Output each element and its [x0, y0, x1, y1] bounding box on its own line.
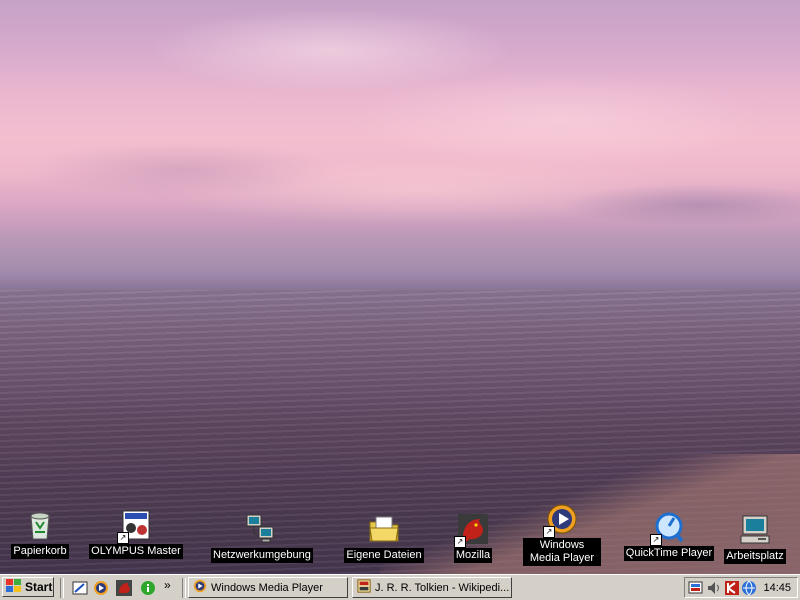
- network-neighborhood-icon: [244, 512, 278, 546]
- desktop-icon-label: Netzwerkumgebung: [211, 548, 313, 563]
- desktop-icon-my-computer[interactable]: Arbeitsplatz: [705, 513, 800, 564]
- quicklaunch-media-player-icon[interactable]: [93, 580, 109, 596]
- desktop-icon-olympus-master[interactable]: ↗ OLYMPUS Master: [86, 508, 186, 559]
- task-label: Windows Media Player: [211, 581, 323, 594]
- desktop-icon-quicktime[interactable]: ↗ QuickTime Player: [619, 510, 719, 561]
- start-button[interactable]: Start: [2, 577, 54, 597]
- task-label: J. R. R. Tolkien - Wikipedi...: [375, 581, 510, 594]
- taskbar-task-windows-media-player[interactable]: Windows Media Player: [188, 577, 348, 598]
- desktop-icon-mozilla[interactable]: ↗ Mozilla: [423, 512, 523, 563]
- tray-antivirus-icon[interactable]: [724, 580, 740, 599]
- shortcut-arrow-icon: ↗: [117, 532, 129, 544]
- quicklaunch-more-chevron[interactable]: »: [164, 578, 180, 594]
- desktop-icon-label: Mozilla: [453, 548, 493, 563]
- desktop-icon-windows-media-player[interactable]: ↗ Windows Media Player: [512, 502, 612, 566]
- desktop-icon-network[interactable]: Netzwerkumgebung: [211, 512, 313, 563]
- desktop-icon-label: Eigene Dateien: [344, 548, 424, 563]
- horizon-line: [0, 286, 800, 288]
- quicklaunch-info-icon[interactable]: [140, 580, 156, 596]
- start-label: Start: [25, 580, 53, 594]
- quicktime-icon: ↗: [650, 510, 686, 546]
- shortcut-arrow-icon: ↗: [543, 526, 555, 538]
- browser-page-icon: [357, 579, 371, 596]
- desktop-icon-recycle-bin[interactable]: Papierkorb: [0, 508, 90, 559]
- tray-clock[interactable]: 14:45: [763, 582, 791, 594]
- my-computer-icon: [738, 513, 772, 547]
- desktop-icon-my-documents[interactable]: Eigene Dateien: [334, 512, 434, 563]
- recycle-bin-icon: [23, 508, 57, 542]
- quicklaunch-show-desktop-icon[interactable]: [72, 580, 88, 596]
- taskbar: Start » Windows Media Player J. R. R. To…: [0, 574, 800, 600]
- mozilla-icon: ↗: [454, 512, 490, 548]
- shortcut-arrow-icon: ↗: [650, 534, 662, 546]
- sky-clouds: [0, 0, 800, 290]
- taskbar-separator: [60, 578, 64, 598]
- desktop-icon-label: OLYMPUS Master: [89, 544, 183, 559]
- system-tray: 14:45: [684, 577, 798, 598]
- windows-media-player-icon: [193, 579, 207, 596]
- desktop-icon-label: Papierkorb: [11, 544, 69, 559]
- tray-language-icon[interactable]: [688, 580, 704, 599]
- taskbar-separator: [182, 578, 186, 598]
- desktop-icon-label: Windows Media Player: [523, 538, 601, 566]
- taskbar-task-browser[interactable]: J. R. R. Tolkien - Wikipedi...: [352, 577, 512, 598]
- desktop-icon-label: QuickTime Player: [623, 546, 715, 561]
- desktop: Papierkorb ↗ OLYMPUS Master Netzwerkumge…: [0, 0, 800, 574]
- olympus-master-icon: ↗: [117, 508, 153, 544]
- desktop-icon-label: Arbeitsplatz: [724, 549, 786, 564]
- windows-logo-icon: [6, 578, 22, 596]
- my-documents-icon: [367, 512, 401, 546]
- shortcut-arrow-icon: ↗: [454, 536, 466, 548]
- windows-media-player-icon: ↗: [543, 502, 579, 538]
- tray-volume-icon[interactable]: [706, 580, 722, 599]
- tray-network-icon[interactable]: [741, 580, 757, 599]
- quicklaunch-mozilla-icon[interactable]: [116, 580, 132, 596]
